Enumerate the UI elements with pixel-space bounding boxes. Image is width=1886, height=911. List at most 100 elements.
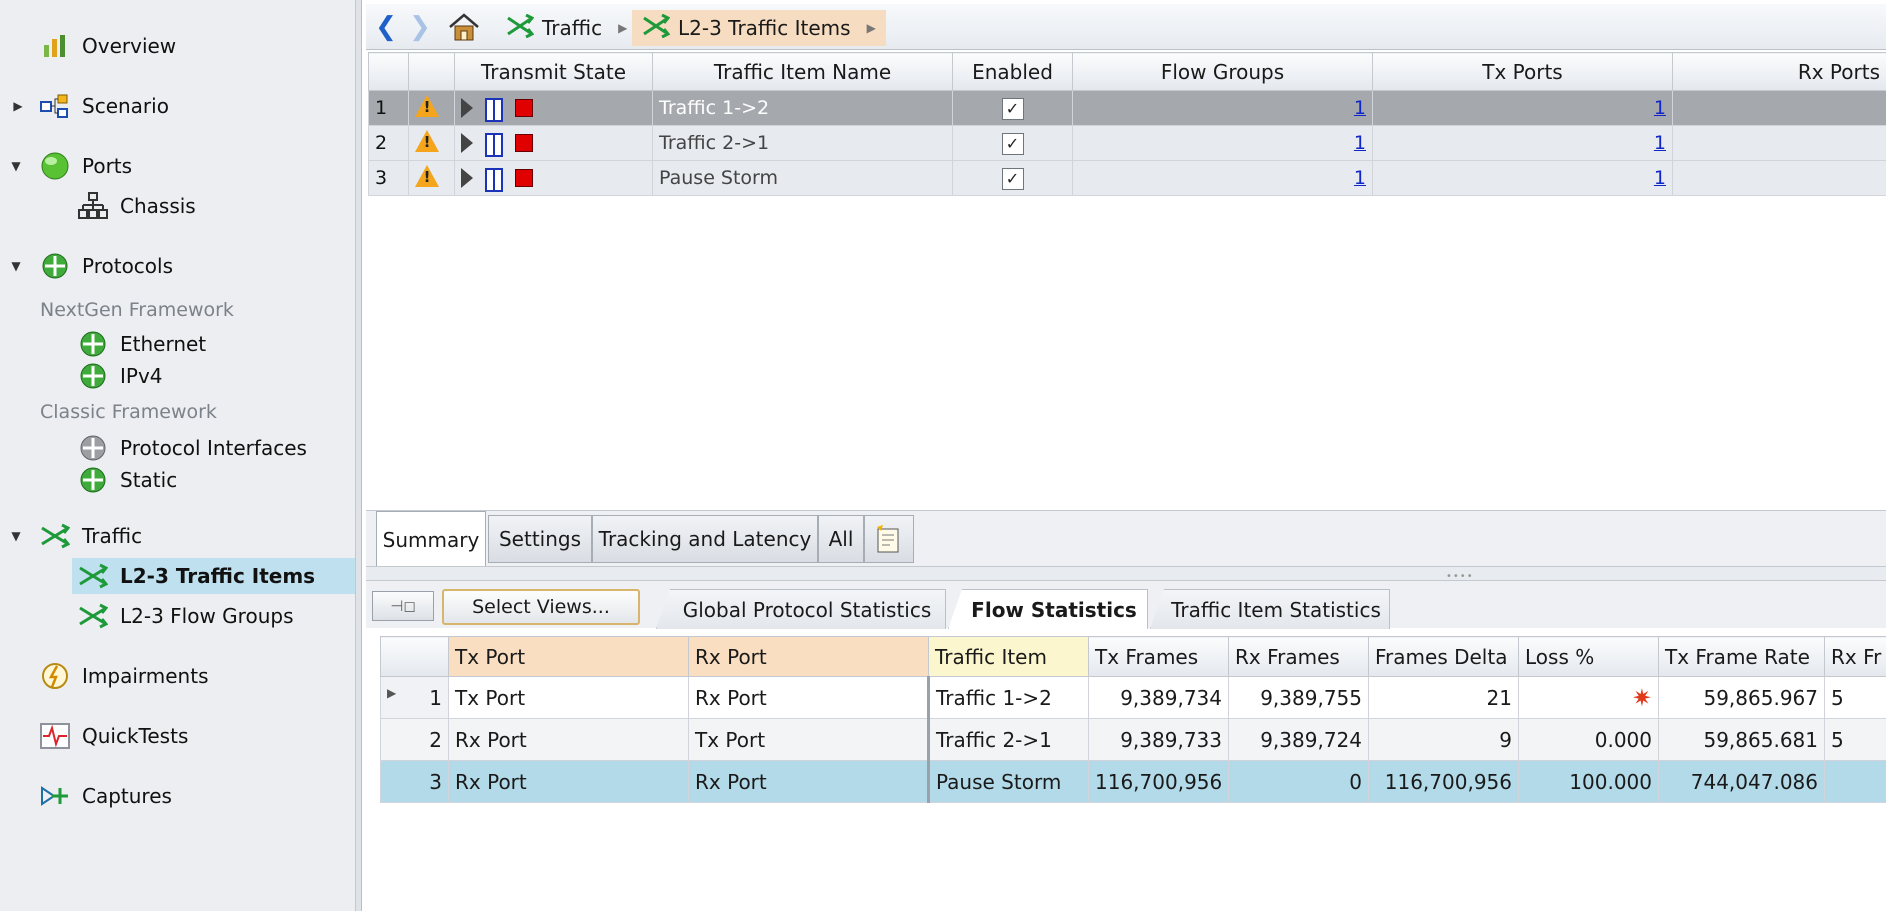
pause-icon[interactable]	[485, 133, 503, 157]
column-header-transmit-state[interactable]: Transmit State	[454, 52, 653, 91]
forward-arrow-icon[interactable]: ❯	[406, 12, 434, 42]
loss-burst-icon: ✷	[1631, 683, 1652, 712]
tab-summary[interactable]: Summary	[376, 511, 486, 567]
table-row[interactable]: 3 Rx Port Rx Port Pause Storm 116,700,95…	[380, 760, 1886, 803]
capture-icon	[40, 781, 70, 811]
tab-all[interactable]: All	[818, 515, 864, 563]
tab-tracking-and-latency[interactable]: Tracking and Latency	[592, 515, 818, 563]
pause-icon[interactable]	[485, 98, 503, 122]
stop-icon[interactable]	[515, 99, 533, 117]
column-header-tx-frame-rate[interactable]: Tx Frame Rate	[1658, 636, 1825, 677]
breadcrumb-l2-3-traffic-items[interactable]: L2-3 Traffic Items ▶	[632, 10, 886, 46]
sidebar-item-ports[interactable]: ▼ Ports	[0, 148, 355, 184]
loss-percent-cell: ✷	[1518, 676, 1659, 719]
traffic-item-name-cell[interactable]: Traffic 1->2	[652, 90, 953, 126]
row-expand-arrow-icon[interactable]: ▶	[387, 686, 396, 700]
column-header-tx-frames[interactable]: Tx Frames	[1088, 636, 1229, 677]
traffic-item-name-cell[interactable]: Pause Storm	[652, 160, 953, 196]
sidebar-item-label: Ports	[82, 154, 133, 178]
sidebar-item-l2-3-traffic-items[interactable]: L2-3 Traffic Items	[72, 558, 355, 594]
sidebar-item-overview[interactable]: Overview	[0, 28, 355, 64]
sidebar-item-l2-3-flow-groups[interactable]: L2-3 Flow Groups	[0, 598, 355, 634]
scenario-icon	[40, 91, 70, 121]
sidebar-item-label: Overview	[82, 34, 177, 58]
tab-global-protocol-statistics[interactable]: Global Protocol Statistics	[656, 589, 946, 629]
warning-icon: !	[415, 94, 439, 117]
flow-groups-link[interactable]: 1	[1354, 132, 1366, 154]
column-header-traffic-item[interactable]: Traffic Item	[928, 636, 1089, 677]
sidebar-item-static[interactable]: Static	[0, 462, 355, 498]
sidebar-item-impairments[interactable]: Impairments	[0, 658, 355, 694]
tab-flow-statistics[interactable]: Flow Statistics	[948, 589, 1148, 629]
table-row[interactable]: 2 ! Traffic 2->1 ✓ 1 1	[368, 125, 1886, 161]
sidebar-item-ipv4[interactable]: IPv4	[0, 358, 355, 394]
sidebar-item-captures[interactable]: Captures	[0, 778, 355, 814]
column-header-enabled[interactable]: Enabled	[952, 52, 1073, 91]
traffic-icon	[78, 561, 108, 591]
table-row[interactable]: 2 Rx Port Tx Port Traffic 2->1 9,389,733…	[380, 718, 1886, 761]
tx-ports-link[interactable]: 1	[1654, 132, 1666, 154]
pin-button[interactable]: ⊣◻	[372, 591, 434, 621]
flow-groups-link[interactable]: 1	[1354, 97, 1366, 119]
status-cell: !	[408, 90, 455, 126]
enabled-checkbox[interactable]: ✓	[1001, 167, 1024, 190]
enabled-checkbox[interactable]: ✓	[1001, 97, 1024, 120]
sidebar-item-quicktests[interactable]: QuickTests	[0, 718, 355, 754]
select-views-button[interactable]: Select Views...	[442, 589, 640, 625]
column-header-rx-port[interactable]: Rx Port	[688, 636, 929, 677]
home-icon[interactable]	[446, 12, 482, 42]
enabled-cell: ✓	[952, 160, 1073, 196]
column-header-loss-percent[interactable]: Loss %	[1518, 636, 1659, 677]
panel-splitter[interactable]: ••••	[366, 566, 1886, 582]
column-header-frames-delta[interactable]: Frames Delta	[1368, 636, 1519, 677]
tx-ports-link[interactable]: 1	[1654, 97, 1666, 119]
sidebar-item-traffic[interactable]: ▼ Traffic	[0, 518, 355, 554]
sidebar-item-chassis[interactable]: Chassis	[0, 188, 355, 224]
column-header-rx-ports[interactable]: Rx Ports	[1672, 52, 1886, 91]
tab-settings[interactable]: Settings	[488, 515, 592, 563]
notes-icon[interactable]	[864, 515, 914, 563]
tx-ports-link[interactable]: 1	[1654, 167, 1666, 189]
column-header-traffic-item-name[interactable]: Traffic Item Name	[652, 52, 953, 91]
enabled-cell: ✓	[952, 125, 1073, 161]
play-icon[interactable]	[461, 133, 473, 153]
table-row[interactable]: 3 ! Pause Storm ✓ 1 1	[368, 160, 1886, 196]
tx-port-cell: Rx Port	[448, 760, 689, 803]
pause-icon[interactable]	[485, 168, 503, 192]
row-number-header[interactable]	[380, 636, 449, 677]
sidebar-splitter[interactable]	[355, 0, 361, 911]
play-icon[interactable]	[461, 168, 473, 188]
traffic-item-name-cell[interactable]: Traffic 2->1	[652, 125, 953, 161]
sidebar-item-protocols[interactable]: ▼ Protocols	[0, 248, 355, 284]
status-cell: !	[408, 125, 455, 161]
tab-traffic-item-statistics[interactable]: Traffic Item Statistics	[1150, 589, 1390, 629]
column-header-tx-port[interactable]: Tx Port	[448, 636, 689, 677]
status-header[interactable]	[408, 52, 455, 91]
column-header-rx-frame-rate[interactable]: Rx Fr	[1824, 636, 1886, 677]
expand-arrow-icon[interactable]: ▶	[10, 99, 26, 113]
collapse-arrow-icon[interactable]: ▼	[8, 259, 24, 273]
row-number-header[interactable]	[368, 52, 409, 91]
stop-icon[interactable]	[515, 134, 533, 152]
flow-groups-link[interactable]: 1	[1354, 167, 1366, 189]
play-icon[interactable]	[461, 98, 473, 118]
enabled-checkbox[interactable]: ✓	[1001, 132, 1024, 155]
sidebar-item-protocol-interfaces[interactable]: Protocol Interfaces	[0, 430, 355, 466]
transmit-state-cell	[454, 160, 653, 196]
column-header-tx-ports[interactable]: Tx Ports	[1372, 52, 1673, 91]
table-row[interactable]: 1 ! Traffic 1->2 ✓ 1 1	[368, 90, 1886, 126]
collapse-arrow-icon[interactable]: ▼	[8, 529, 24, 543]
sidebar-item-ethernet[interactable]: Ethernet	[0, 326, 355, 362]
column-header-rx-frames[interactable]: Rx Frames	[1228, 636, 1369, 677]
stop-icon[interactable]	[515, 169, 533, 187]
navigation-sidebar: Overview ▶ Scenario ▼ Ports Chassis ▼ Pr…	[0, 0, 362, 911]
sidebar-item-scenario[interactable]: ▶ Scenario	[0, 88, 355, 124]
chassis-icon	[78, 191, 108, 221]
row-number: 3	[380, 760, 449, 803]
table-row[interactable]: ▶ 1 Tx Port Rx Port Traffic 1->2 9,389,73…	[380, 676, 1886, 719]
breadcrumb-traffic[interactable]: Traffic ▶	[496, 10, 637, 46]
tx-port-cell: Tx Port	[448, 676, 689, 719]
column-header-flow-groups[interactable]: Flow Groups	[1072, 52, 1373, 91]
back-arrow-icon[interactable]: ❮	[372, 12, 400, 42]
collapse-arrow-icon[interactable]: ▼	[8, 159, 24, 173]
